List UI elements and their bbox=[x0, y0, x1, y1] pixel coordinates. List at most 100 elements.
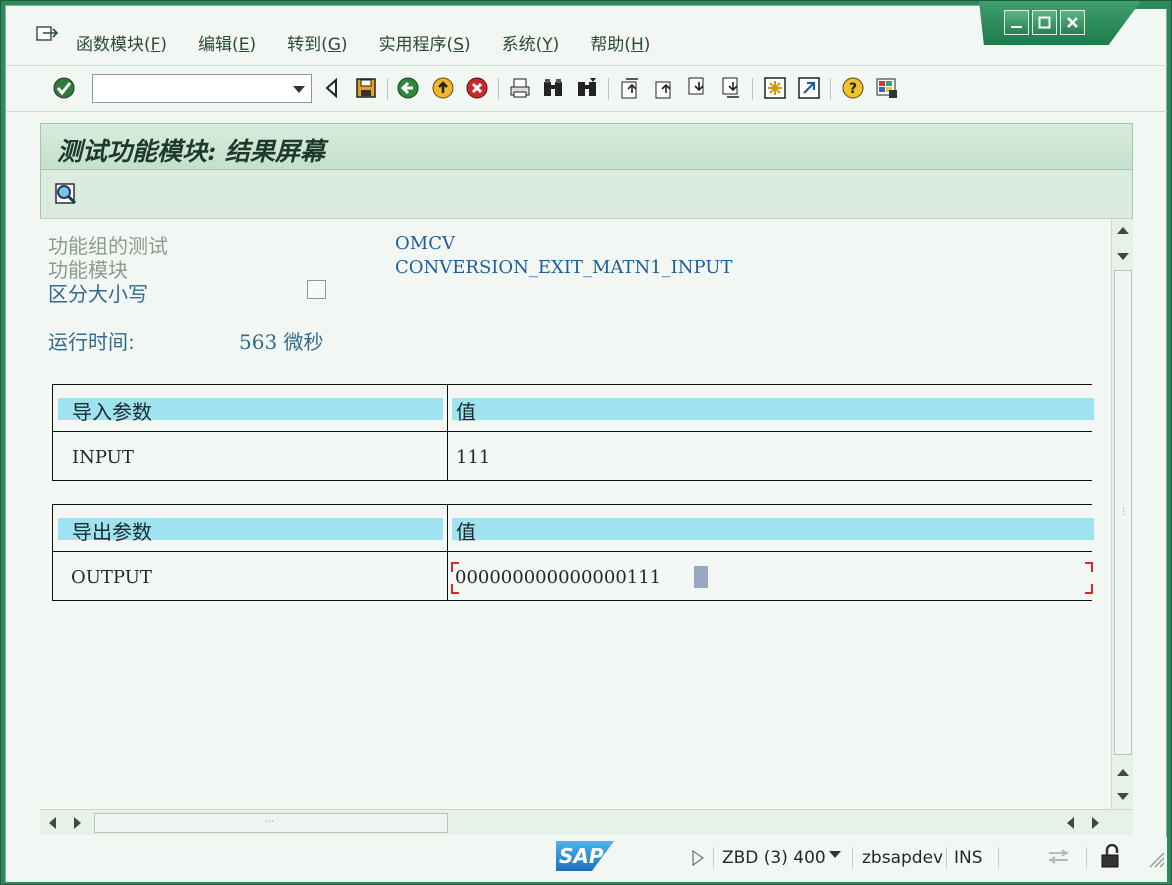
toolbar-separator bbox=[752, 78, 753, 100]
grip-icon: ⋮ bbox=[1119, 507, 1128, 517]
server-name: zbsapdev bbox=[862, 848, 944, 868]
next-page-icon[interactable] bbox=[685, 76, 709, 100]
input-mode: INS bbox=[954, 848, 983, 868]
status-expand-icon[interactable] bbox=[691, 849, 705, 871]
menu-label: 帮助( bbox=[590, 35, 631, 55]
toolbar-divider bbox=[6, 111, 1167, 112]
table-divider bbox=[447, 384, 448, 481]
runtime-label: 运行时间: bbox=[48, 330, 135, 354]
menu-accel: E bbox=[238, 35, 250, 55]
runtime-value: 563 微秒 bbox=[239, 330, 324, 354]
status-separator bbox=[998, 847, 999, 869]
page-title: 测试功能模块: 结果屏幕 bbox=[57, 137, 325, 166]
menu-goto[interactable]: 转到(G) bbox=[287, 30, 347, 55]
chevron-down-icon[interactable] bbox=[293, 86, 305, 93]
toolbar-separator bbox=[830, 78, 831, 100]
maximize-icon bbox=[1038, 16, 1051, 29]
collapse-left-icon[interactable] bbox=[320, 76, 344, 100]
case-sensitive-checkbox[interactable] bbox=[307, 280, 326, 299]
export-param-header: 导出参数 bbox=[72, 520, 152, 544]
previous-page-icon[interactable] bbox=[652, 76, 676, 100]
maximize-button[interactable] bbox=[1032, 10, 1057, 35]
find-icon[interactable] bbox=[541, 76, 565, 100]
window-controls bbox=[1004, 10, 1085, 35]
status-separator bbox=[852, 847, 853, 869]
menu-label: 函数模块( bbox=[76, 35, 151, 55]
menu-label-end: ) bbox=[160, 35, 168, 55]
scroll-page-right-icon[interactable] bbox=[1092, 817, 1099, 829]
scroll-page-left-icon[interactable] bbox=[1067, 817, 1074, 829]
customize-layout-icon[interactable] bbox=[875, 76, 899, 100]
svg-text:?: ? bbox=[849, 81, 857, 97]
focus-frame-corner bbox=[1085, 562, 1093, 572]
minimize-button[interactable] bbox=[1004, 10, 1029, 35]
menu-exit-icon[interactable] bbox=[35, 25, 59, 43]
print-icon[interactable] bbox=[508, 76, 532, 100]
menu-function-module[interactable]: 函数模块(F) bbox=[76, 30, 167, 55]
standard-toolbar: ? bbox=[6, 67, 1167, 111]
scroll-left-icon[interactable] bbox=[49, 817, 56, 829]
import-parameters-table: 导入参数 值 INPUT 111 bbox=[52, 384, 1094, 481]
focus-frame-corner bbox=[451, 584, 459, 594]
menu-help[interactable]: 帮助(H) bbox=[590, 30, 650, 55]
function-module-value: CONVERSION_EXIT_MATN1_INPUT bbox=[395, 257, 733, 278]
scroll-right-icon[interactable] bbox=[74, 817, 81, 829]
cancel-icon[interactable] bbox=[465, 76, 489, 100]
toolbar-separator bbox=[608, 78, 609, 100]
function-group-value: OMCV bbox=[395, 233, 455, 254]
menu-utilities[interactable]: 实用程序(S) bbox=[379, 30, 471, 55]
menu-label-end: ) bbox=[464, 35, 471, 55]
menu-label: 系统( bbox=[501, 35, 543, 55]
exit-icon[interactable] bbox=[431, 76, 455, 100]
last-page-icon[interactable] bbox=[719, 76, 743, 100]
help-icon[interactable]: ? bbox=[841, 76, 865, 100]
focus-frame-corner bbox=[451, 562, 459, 572]
status-separator bbox=[713, 847, 714, 869]
debugging-icon[interactable] bbox=[53, 181, 79, 211]
enter-checkmark-icon[interactable] bbox=[52, 76, 76, 100]
text-cursor bbox=[694, 566, 708, 588]
connection-icon bbox=[1046, 845, 1074, 873]
shortcut-icon[interactable] bbox=[797, 76, 821, 100]
back-icon[interactable] bbox=[396, 76, 420, 100]
create-session-icon[interactable] bbox=[763, 76, 787, 100]
scroll-up-icon[interactable] bbox=[1117, 769, 1129, 776]
first-page-icon[interactable] bbox=[618, 76, 642, 100]
vertical-scroll-thumb[interactable]: ⋮ bbox=[1114, 270, 1132, 755]
horizontal-scrollbar[interactable]: ⋯ bbox=[40, 809, 1133, 835]
horizontal-scroll-thumb[interactable]: ⋯ bbox=[94, 813, 448, 833]
import-param-value[interactable]: 111 bbox=[456, 447, 490, 468]
menu-label: 转到( bbox=[287, 35, 328, 55]
scroll-down-icon[interactable] bbox=[1117, 793, 1129, 800]
status-separator bbox=[1086, 847, 1087, 869]
export-value-header: 值 bbox=[456, 520, 476, 544]
vertical-scrollbar[interactable]: ⋮ bbox=[1111, 219, 1133, 809]
menu-accel: S bbox=[453, 35, 464, 55]
export-param-value[interactable]: 000000000000000111 bbox=[455, 567, 661, 588]
toolbar-separator bbox=[498, 78, 499, 100]
menu-edit[interactable]: 编辑(E) bbox=[198, 30, 256, 55]
sap-window: 函数模块(F) 编辑(E) 转到(G) 实用程序(S) 系统(Y) 帮助(H) bbox=[0, 0, 1172, 885]
menu-label-end: ) bbox=[552, 35, 560, 55]
find-next-icon[interactable] bbox=[575, 76, 599, 100]
menu-label-end: ) bbox=[340, 35, 348, 55]
scroll-page-down-icon[interactable] bbox=[1117, 253, 1129, 260]
table-divider bbox=[447, 504, 448, 601]
close-button[interactable] bbox=[1060, 10, 1085, 35]
menu-label-end: ) bbox=[249, 35, 257, 55]
lock-icon[interactable] bbox=[1099, 843, 1125, 874]
grip-icon: ⋯ bbox=[265, 817, 274, 827]
resize-grip-icon[interactable] bbox=[1146, 849, 1166, 873]
close-icon bbox=[1067, 17, 1078, 28]
table-divider bbox=[52, 431, 1092, 432]
menu-label: 编辑( bbox=[198, 35, 239, 55]
system-dropdown-icon[interactable] bbox=[829, 851, 841, 858]
command-field[interactable] bbox=[92, 74, 312, 103]
menu-system[interactable]: 系统(Y) bbox=[502, 30, 560, 55]
scroll-page-up-icon[interactable] bbox=[1117, 227, 1129, 234]
export-param-name: OUTPUT bbox=[71, 567, 152, 588]
table-divider bbox=[52, 551, 1092, 552]
import-param-name: INPUT bbox=[72, 447, 134, 468]
menu-label: 实用程序( bbox=[378, 35, 454, 55]
save-icon[interactable] bbox=[354, 76, 378, 100]
